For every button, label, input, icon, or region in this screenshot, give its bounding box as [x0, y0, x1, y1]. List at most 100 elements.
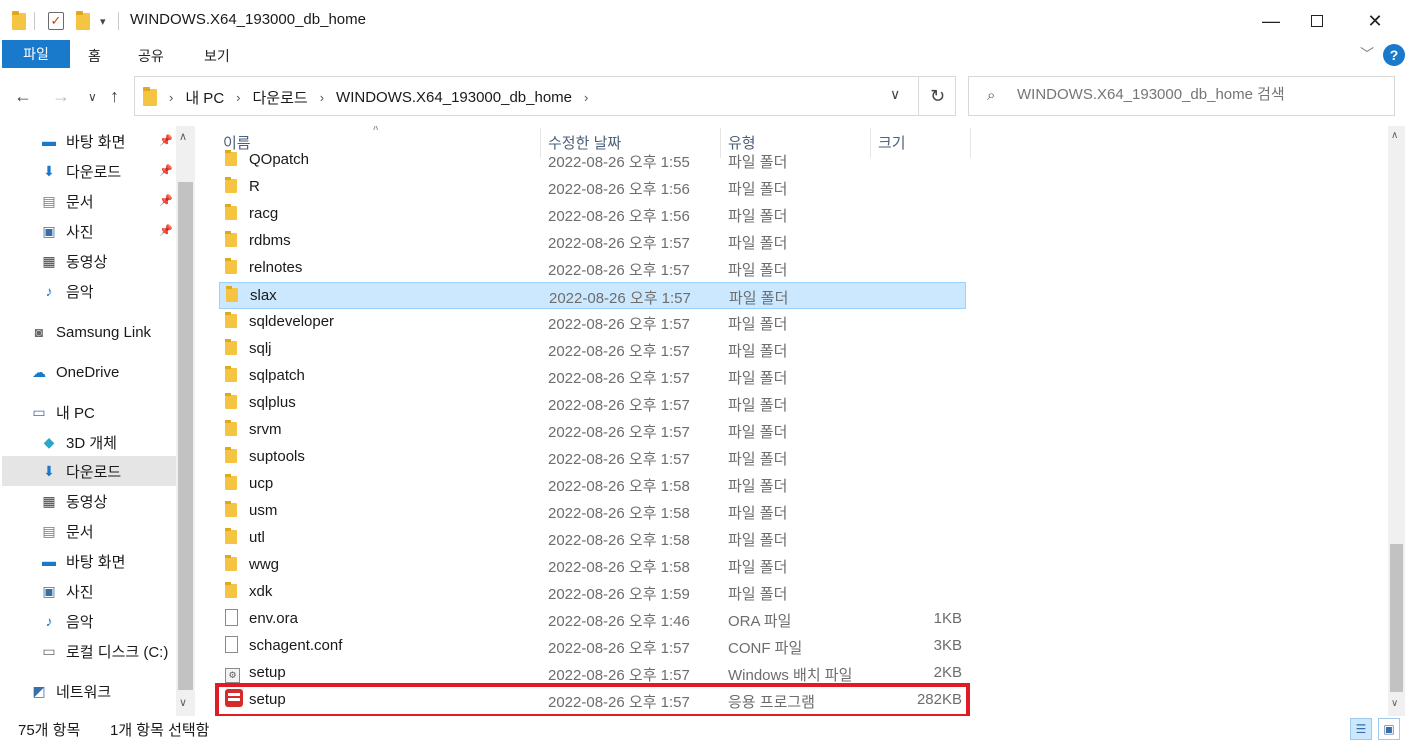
sidebar-item-videos[interactable]: ▦ 동영상	[40, 487, 107, 515]
search-box[interactable]: ⌕	[968, 76, 1395, 116]
file-date: 2022-08-26 오후 1:56	[548, 208, 690, 225]
sidebar-item-3d-objects[interactable]: ◆ 3D 개체	[40, 428, 117, 456]
scroll-up-icon[interactable]: ∧	[1391, 130, 1398, 141]
setup-exe-icon	[225, 689, 243, 711]
file-name: R	[249, 178, 260, 195]
back-arrow-icon[interactable]: ←	[14, 86, 32, 107]
sidebar-item-label: 로컬 디스크 (C:)	[66, 643, 169, 661]
file-row[interactable]: ucp 2022-08-26 오후 1:58 파일 폴더	[219, 471, 966, 498]
tab-file[interactable]: 파일	[2, 40, 70, 68]
sidebar-item-music[interactable]: ♪ 음악	[40, 607, 94, 635]
scroll-up-icon[interactable]: ∧	[179, 130, 187, 143]
sidebar-item-local-disk[interactable]: ▭ 로컬 디스크 (C:)	[40, 637, 168, 665]
file-list: ∧ 이름 수정한 날짜 유형 크기 QOpatch 2022-08-26 오후 1…	[196, 126, 1388, 716]
breadcrumb-this-pc[interactable]: 내 PC	[185, 87, 224, 108]
sidebar-scroll-thumb[interactable]	[178, 182, 193, 690]
quick-access-dropdown-icon[interactable]: ▾	[100, 11, 106, 31]
ribbon-expand-icon[interactable]: ﹀	[1360, 44, 1374, 64]
file-row[interactable]: srvm 2022-08-26 오후 1:57 파일 폴더	[219, 417, 966, 444]
refresh-button[interactable]: ↻	[918, 76, 956, 116]
sidebar-item-downloads[interactable]: ⬇ 다운로드	[2, 456, 176, 486]
file-type: CONF 파일	[728, 640, 803, 657]
scroll-down-icon[interactable]: ∨	[1391, 698, 1398, 709]
file-type: 파일 폴더	[728, 505, 788, 522]
file-row[interactable]: racg 2022-08-26 오후 1:56 파일 폴더	[219, 201, 966, 228]
file-date: 2022-08-26 오후 1:57	[548, 640, 690, 657]
sidebar-item-samsung-link[interactable]: ◙ Samsung Link	[30, 318, 151, 346]
recent-locations-icon[interactable]: ∨	[88, 90, 97, 104]
sidebar-item-pictures[interactable]: ▣ 사진	[40, 577, 93, 605]
file-row[interactable]: wwg 2022-08-26 오후 1:58 파일 폴더	[219, 552, 966, 579]
file-row[interactable]: ⚙ setup 2022-08-26 오후 1:57 Windows 배치 파일 2KB	[219, 660, 966, 687]
tab-view[interactable]: 보기	[204, 46, 230, 66]
tab-share[interactable]: 공유	[138, 46, 164, 66]
column-divider[interactable]	[970, 128, 971, 158]
folder-icon	[225, 555, 237, 575]
sidebar-item-onedrive[interactable]: ☁ OneDrive	[30, 358, 119, 386]
sidebar-item-pictures-pinned[interactable]: ▣ 사진	[40, 217, 93, 245]
file-row[interactable]: R 2022-08-26 오후 1:56 파일 폴더	[219, 174, 966, 201]
sidebar-item-desktop-pinned[interactable]: ▬ 바탕 화면	[40, 127, 125, 155]
new-folder-icon[interactable]	[76, 10, 90, 31]
file-type: 파일 폴더	[728, 181, 788, 198]
file-row[interactable]: xdk 2022-08-26 오후 1:59 파일 폴더	[219, 579, 966, 606]
file-date: 2022-08-26 오후 1:58	[548, 478, 690, 495]
file-list-scrollbar[interactable]: ∧ ∨	[1388, 126, 1405, 716]
pin-icon[interactable]: 📌	[159, 224, 173, 237]
file-row[interactable]: rdbms 2022-08-26 오후 1:57 파일 폴더	[219, 228, 966, 255]
file-row[interactable]: sqlj 2022-08-26 오후 1:57 파일 폴더	[219, 336, 966, 363]
file-row[interactable]: schagent.conf 2022-08-26 오후 1:57 CONF 파일 3K…	[219, 633, 966, 660]
file-row[interactable]: utl 2022-08-26 오후 1:58 파일 폴더	[219, 525, 966, 552]
file-list-scroll-thumb[interactable]	[1390, 544, 1403, 692]
pin-icon[interactable]: 📌	[159, 194, 173, 207]
folder-icon	[225, 177, 237, 197]
sidebar-item-documents[interactable]: ▤ 문서	[40, 517, 93, 545]
pin-icon[interactable]: 📌	[159, 164, 173, 177]
file-type: 파일 폴더	[728, 235, 788, 252]
scroll-down-icon[interactable]: ∨	[179, 696, 187, 709]
file-row[interactable]: suptools 2022-08-26 오후 1:57 파일 폴더	[219, 444, 966, 471]
minimize-button[interactable]: —	[1248, 0, 1294, 42]
file-row[interactable]: env.ora 2022-08-26 오후 1:46 ORA 파일 1KB	[219, 606, 966, 633]
file-row[interactable]: sqlpatch 2022-08-26 오후 1:57 파일 폴더	[219, 363, 966, 390]
help-icon[interactable]: ?	[1383, 44, 1405, 66]
sidebar-scrollbar[interactable]: ∧ ∨	[176, 126, 195, 716]
large-icons-view-button[interactable]: ▣	[1378, 718, 1400, 740]
file-date: 2022-08-26 오후 1:57	[548, 451, 690, 468]
file-type: 파일 폴더	[728, 559, 788, 576]
address-bar[interactable]: › 내 PC › 다운로드 › WINDOWS.X64_193000_db_ho…	[134, 76, 956, 116]
file-date: 2022-08-26 오후 1:46	[548, 613, 690, 630]
breadcrumb-downloads[interactable]: 다운로드	[253, 87, 308, 108]
file-row-highlighted[interactable]: setup 2022-08-26 오후 1:57 응용 프로그램 282KB	[215, 683, 970, 716]
file-row[interactable]: sqldeveloper 2022-08-26 오후 1:57 파일 폴더	[219, 309, 966, 336]
close-button[interactable]: ✕	[1352, 0, 1398, 42]
sidebar-item-this-pc[interactable]: ▭ 내 PC	[30, 398, 94, 426]
file-row[interactable]: slax 2022-08-26 오후 1:57 파일 폴더	[219, 282, 966, 309]
file-name: QOpatch	[249, 151, 310, 168]
file-row[interactable]: QOpatch 2022-08-26 오후 1:55 파일 폴더	[219, 147, 966, 174]
sidebar-item-desktop[interactable]: ▬ 바탕 화면	[40, 547, 125, 575]
properties-icon[interactable]: ✓	[48, 11, 64, 31]
address-dropdown-icon[interactable]: ∨	[890, 86, 900, 103]
file-row[interactable]: relnotes 2022-08-26 오후 1:57 파일 폴더	[219, 255, 966, 282]
pin-icon[interactable]: 📌	[159, 134, 173, 147]
file-type: 파일 폴더	[728, 208, 788, 225]
sidebar-item-downloads-pinned[interactable]: ⬇ 다운로드	[40, 157, 121, 185]
sidebar-item-network[interactable]: ◩ 네트워크	[30, 677, 111, 705]
folder-icon	[225, 366, 237, 386]
tab-home[interactable]: 홈	[88, 46, 101, 66]
maximize-button[interactable]	[1294, 0, 1340, 42]
sidebar-item-music-quick[interactable]: ♪ 음악	[40, 277, 94, 305]
sidebar-item-videos-quick[interactable]: ▦ 동영상	[40, 247, 107, 275]
details-view-button[interactable]: ☰	[1350, 718, 1372, 740]
search-input[interactable]	[1017, 86, 1387, 103]
sidebar-item-label: 다운로드	[66, 463, 122, 481]
sidebar-item-documents-pinned[interactable]: ▤ 문서	[40, 187, 93, 215]
file-row[interactable]: usm 2022-08-26 오후 1:58 파일 폴더	[219, 498, 966, 525]
file-size: 3KB	[933, 637, 962, 654]
breadcrumb-current-folder[interactable]: WINDOWS.X64_193000_db_home	[336, 89, 572, 106]
forward-arrow-icon[interactable]: →	[52, 86, 70, 107]
navigation-pane: ▬ 바탕 화면 📌 ⬇ 다운로드 📌 ▤ 문서 📌 ▣ 사진 📌 ▦ 동영상 ♪…	[0, 126, 196, 716]
file-row[interactable]: sqlplus 2022-08-26 오후 1:57 파일 폴더	[219, 390, 966, 417]
up-arrow-icon[interactable]: ↑	[110, 86, 119, 107]
